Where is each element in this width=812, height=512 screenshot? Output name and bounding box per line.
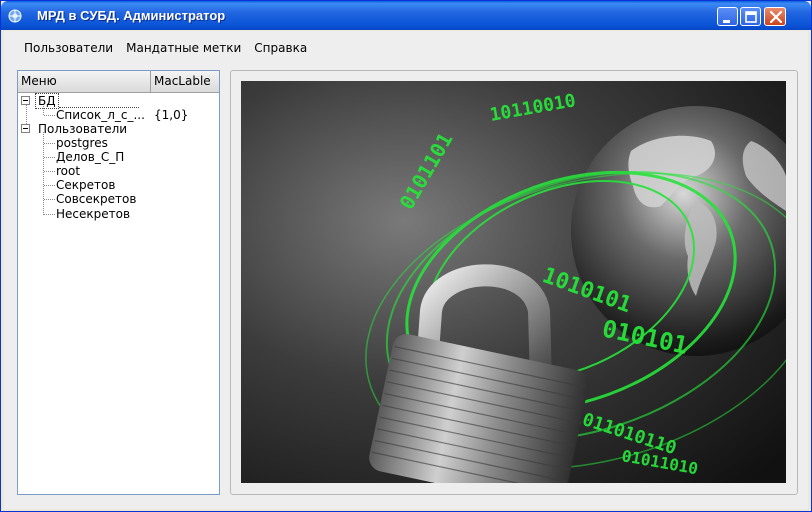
tree-header: Меню MacLable [18, 71, 219, 93]
tree-node-list[interactable]: Список_л_с_... [56, 108, 145, 122]
expander-db[interactable] [21, 96, 30, 105]
menu-users[interactable]: Пользователи [4, 39, 121, 59]
tree-node-db[interactable]: БД [35, 93, 139, 109]
menu-bar: Пользователи Мандатные метки Справка [4, 39, 315, 59]
column-header-maclable[interactable]: MacLable [151, 71, 219, 93]
close-button[interactable] [764, 7, 786, 26]
close-icon [769, 10, 783, 24]
tree-node-nesekretov[interactable]: Несекретов [56, 207, 130, 221]
tree-table: Меню MacLable БД Список_л_с_... {1,0} По… [17, 70, 220, 495]
tree-node-users[interactable]: Пользователи [38, 122, 127, 136]
image-panel: 0101101 10110010 1010101 010101 10110101… [230, 70, 798, 495]
menu-help[interactable]: Справка [249, 39, 315, 59]
main-window: МРД в СУБД. Администратор Пользователи М… [0, 0, 812, 512]
menu-mandatory-labels[interactable]: Мандатные метки [121, 39, 249, 59]
client-area: Пользователи Мандатные метки Справка Мен… [4, 31, 808, 509]
window-title: МРД в СУБД. Администратор [37, 8, 226, 23]
expander-users[interactable] [21, 124, 30, 133]
title-bar[interactable]: МРД в СУБД. Администратор [1, 1, 811, 30]
app-icon [8, 9, 22, 23]
tree-node-sekretov[interactable]: Секретов [56, 178, 115, 192]
maclable-value: {1,0} [154, 108, 189, 122]
minimize-button[interactable] [717, 7, 738, 26]
tree-node-sovsekretov[interactable]: Совсекретов [56, 192, 136, 206]
column-header-menu[interactable]: Меню [18, 71, 151, 93]
tree-node-delov[interactable]: Делов_С_П [56, 150, 124, 164]
padlock-globe-image: 0101101 10110010 1010101 010101 10110101… [241, 81, 786, 483]
maximize-button[interactable] [740, 7, 761, 26]
maximize-icon [745, 11, 757, 23]
tree-node-root[interactable]: root [56, 164, 80, 178]
tree-node-postgres[interactable]: postgres [56, 136, 108, 150]
tree-node-label: Список_л_с_... [56, 108, 145, 122]
minimize-icon [723, 20, 730, 23]
